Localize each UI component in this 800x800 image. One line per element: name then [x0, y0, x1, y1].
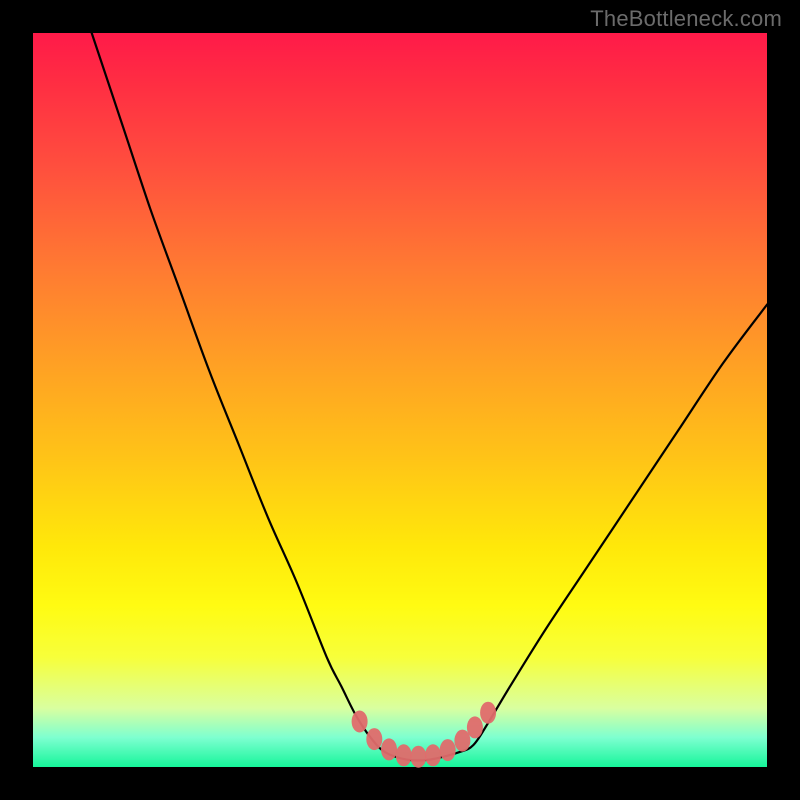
sample-point	[410, 746, 426, 768]
chart-svg	[33, 33, 767, 767]
sample-point	[352, 711, 368, 733]
sample-point	[480, 702, 496, 724]
sample-point	[440, 739, 456, 761]
bottleneck-curve	[92, 33, 767, 761]
sample-point	[425, 744, 441, 766]
sample-point	[381, 738, 397, 760]
watermark-text: TheBottleneck.com	[590, 6, 782, 32]
sample-point	[396, 744, 412, 766]
sample-point	[366, 728, 382, 750]
chart-frame: TheBottleneck.com	[0, 0, 800, 800]
plot-area	[33, 33, 767, 767]
sample-point	[467, 716, 483, 738]
sample-points	[352, 702, 497, 768]
